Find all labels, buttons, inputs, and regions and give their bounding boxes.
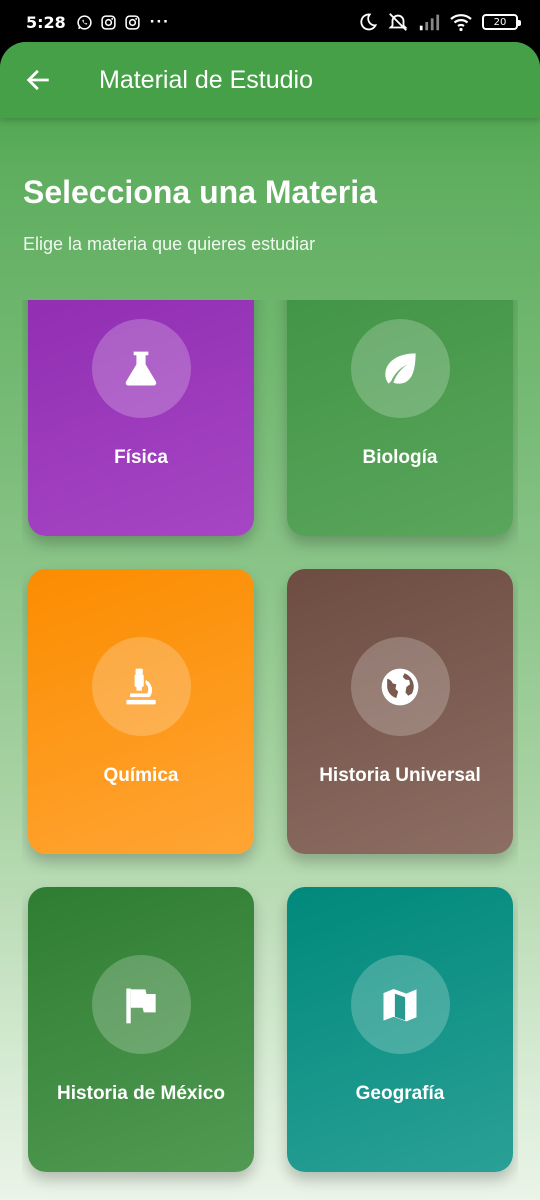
section-subheading: Elige la materia que quieres estudiar	[23, 234, 316, 254]
flag-icon	[126, 988, 156, 1023]
flask-icon	[125, 351, 157, 385]
subject-card-geografia[interactable]: Geografía	[287, 887, 513, 1172]
icon-circle	[91, 319, 191, 418]
app-bar: Material de Estudio	[0, 42, 540, 118]
leaf-icon	[385, 352, 416, 384]
subject-card-historia-universal[interactable]: Historia Universal	[287, 569, 513, 854]
section-heading: Selecciona una Materia	[23, 174, 377, 210]
subject-card-biologia[interactable]: Biología	[287, 300, 513, 536]
page-title: Material de Estudio	[99, 65, 314, 94]
subject-label: Historia Universal	[319, 765, 481, 786]
subject-card-historia-de-mexico[interactable]: Historia de México	[28, 887, 254, 1172]
more-notifications-icon: ···	[149, 12, 170, 31]
subject-label: Química	[103, 765, 179, 786]
icon-circle	[350, 637, 450, 736]
signal-icon	[418, 12, 440, 32]
back-button[interactable]	[0, 42, 76, 118]
map-icon	[383, 988, 417, 1021]
mute-icon	[387, 11, 409, 33]
app-screen: Material de Estudio Selecciona una Mater…	[0, 42, 540, 1200]
globe-icon	[381, 668, 419, 705]
arrow-back-icon	[26, 69, 49, 91]
whatsapp-icon	[76, 14, 93, 31]
subject-card-quimica[interactable]: Química	[28, 569, 254, 854]
battery-icon: 20	[482, 14, 521, 30]
status-time: 5:28	[26, 12, 66, 32]
status-bar: 5:28 ··· 20	[0, 0, 540, 44]
subjects-grid: Física Biología Química Historia Univers…	[22, 300, 518, 1200]
icon-circle	[350, 955, 450, 1054]
instagram-icon	[124, 14, 141, 31]
subject-label: Biología	[362, 447, 438, 468]
moon-icon	[358, 12, 378, 32]
icon-circle	[350, 319, 450, 418]
instagram-icon	[100, 14, 117, 31]
wifi-icon	[449, 12, 473, 32]
subject-label: Física	[114, 447, 168, 468]
subject-card-fisica[interactable]: Física	[28, 300, 254, 536]
icon-circle	[91, 637, 191, 736]
subject-label: Geografía	[355, 1083, 445, 1104]
subject-label: Historia de México	[57, 1083, 225, 1104]
battery-level: 20	[493, 16, 507, 28]
microscope-icon	[126, 668, 156, 704]
icon-circle	[91, 955, 191, 1054]
